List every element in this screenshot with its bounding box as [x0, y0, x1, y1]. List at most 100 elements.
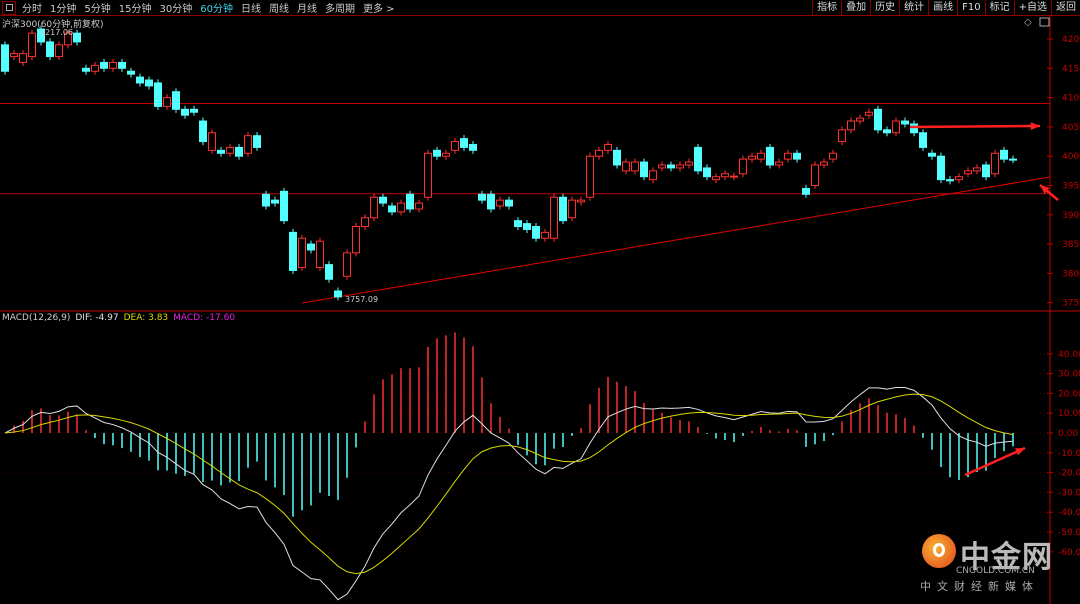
- candle-body: [577, 199, 585, 203]
- candle-body: [532, 226, 540, 239]
- candle-body: [289, 231, 297, 271]
- candle-body: [154, 82, 162, 107]
- low-price-label: 3757.09: [345, 295, 378, 304]
- candle-body: [460, 138, 468, 148]
- candle-body: [469, 143, 477, 151]
- candle-body: [811, 164, 819, 187]
- annotation-arrow-right-head: [1030, 122, 1040, 130]
- candle-body: [217, 149, 225, 154]
- price-tick-label: 4050: [1062, 123, 1080, 133]
- candle-body: [649, 170, 657, 181]
- candle-body: [478, 193, 486, 201]
- macd-tick-label: -60.00: [1058, 548, 1080, 558]
- candle-body: [568, 199, 576, 219]
- candle-body: [901, 120, 909, 125]
- candle-body: [190, 108, 198, 113]
- candle-body: [658, 164, 666, 169]
- chart-canvas[interactable]: 4200 4150 4100 4050 4000 3950 3900 3850 3800 3750…: [0, 0, 1080, 604]
- candle-body: [415, 202, 423, 210]
- candle-body: [703, 167, 711, 178]
- candle-body: [208, 132, 216, 151]
- diamond-icon: ◇: [1024, 17, 1032, 28]
- candle-body: [109, 61, 117, 69]
- candle-body: [820, 161, 828, 166]
- candle-body: [1000, 149, 1008, 160]
- candle-body: [46, 41, 54, 58]
- candle-body: [937, 155, 945, 181]
- watermark-domain: CNGOLD.COM.CN: [956, 566, 1035, 576]
- candle-body: [631, 161, 639, 172]
- candle-body: [172, 91, 180, 110]
- panel-toggle-icon: [1039, 17, 1050, 27]
- candle-body: [487, 193, 495, 210]
- candle-body: [667, 164, 675, 169]
- dea-line: [4, 393, 1014, 575]
- candle-body: [676, 164, 684, 169]
- price-tick-label: 4100: [1062, 94, 1080, 104]
- candle-body: [73, 32, 81, 43]
- candle-body: [793, 152, 801, 160]
- candle-body: [442, 152, 450, 157]
- candle-body: [739, 158, 747, 175]
- candle-body: [856, 117, 864, 122]
- candle-body: [19, 53, 27, 63]
- candle-body: [118, 61, 126, 69]
- candle-body: [496, 199, 504, 207]
- candle-body: [721, 173, 729, 178]
- candle-body: [370, 196, 378, 219]
- candle-body: [361, 217, 369, 228]
- watermark-slogan: 中文财经新媒体: [920, 580, 1039, 593]
- candle-body: [883, 129, 891, 134]
- candle-body: [235, 146, 243, 157]
- candle-body: [523, 223, 531, 230]
- candle-body: [541, 231, 549, 239]
- candle-body: [262, 193, 270, 207]
- candle-body: [127, 70, 135, 75]
- high-price-label: 4217.06: [40, 28, 73, 37]
- candle-body: [352, 226, 360, 254]
- macd-tick-label: -30.00: [1058, 488, 1080, 498]
- candle-body: [1, 44, 9, 72]
- macd-tick-label: 30.00: [1058, 370, 1080, 380]
- price-tick-label: 3950: [1062, 182, 1080, 192]
- candle-body: [874, 108, 882, 131]
- candle-body: [847, 120, 855, 131]
- macd-tick-label: -20.00: [1058, 469, 1080, 479]
- candle-body: [550, 196, 558, 239]
- candle-body: [748, 155, 756, 160]
- candle-body: [181, 108, 189, 116]
- candle-body: [82, 67, 90, 72]
- candle-body: [244, 135, 252, 154]
- candle-body: [100, 61, 108, 69]
- macd-tick-label: -50.00: [1058, 528, 1080, 538]
- candle-body: [694, 146, 702, 172]
- candle-body: [991, 152, 999, 175]
- candle-body: [613, 149, 621, 166]
- candle-body: [406, 193, 414, 210]
- candle-body: [919, 132, 927, 148]
- candle-body: [586, 155, 594, 198]
- candle-body: [424, 152, 432, 198]
- cngold-logo-icon: [922, 534, 956, 568]
- price-tick-label: 4000: [1062, 152, 1080, 162]
- candle-body: [163, 97, 171, 107]
- candle-body: [973, 167, 981, 172]
- candle-body: [316, 240, 324, 269]
- candle-body: [802, 187, 810, 195]
- candle-body: [199, 120, 207, 143]
- trend-line: [301, 176, 1051, 304]
- candle-body: [307, 243, 315, 251]
- candle-body: [325, 264, 333, 280]
- watermark-logo: 中金网 CNGOLD.COM.CN 中文财经新媒体: [920, 532, 1060, 602]
- candle-body: [865, 111, 873, 116]
- candle-body: [946, 179, 954, 182]
- candle-body: [397, 202, 405, 213]
- candle-body: [829, 152, 837, 160]
- price-tick-label: 3850: [1062, 240, 1080, 250]
- candle-body: [784, 152, 792, 160]
- candle-body: [982, 164, 990, 178]
- candle-body: [451, 141, 459, 151]
- candle-body: [505, 199, 513, 207]
- candle-body: [685, 161, 693, 166]
- candle-body: [10, 53, 18, 58]
